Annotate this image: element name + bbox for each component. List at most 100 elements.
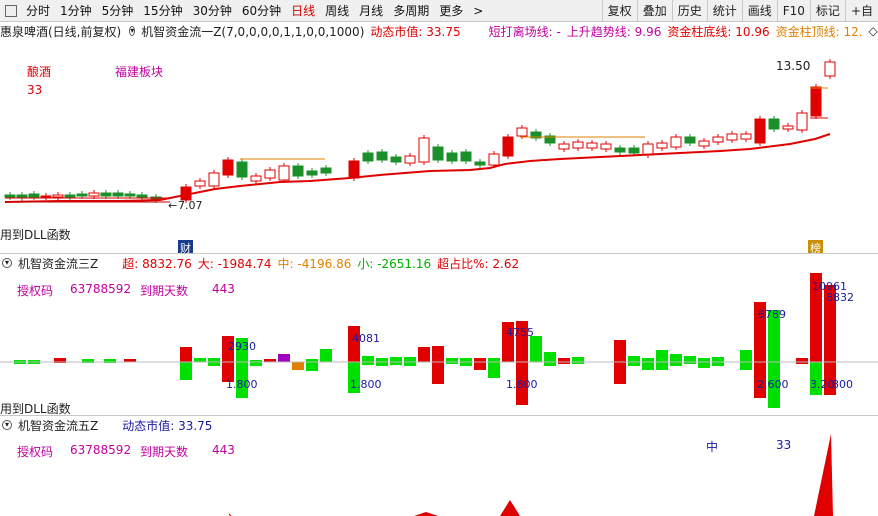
timeframe-tabs: 分时 1分钟 5分钟 15分钟 30分钟 60分钟 日线 周线 月线 多周期 更多 [21, 2, 468, 19]
price-high-label: 13.50 [776, 59, 811, 73]
indicator-settings-icon[interactable]: ▾ [129, 26, 136, 36]
candle-28 [404, 155, 416, 164]
fund-bar-38 [628, 356, 640, 366]
fund-bar-36 [572, 357, 584, 364]
panel2-small: 小: -2651.16 [357, 256, 432, 271]
timeframe-tab-9[interactable]: 多周期 [388, 2, 434, 19]
candle-41 [586, 142, 598, 149]
sector-label-beer: 酿酒 [27, 65, 52, 79]
candle-39 [558, 143, 570, 150]
timeframe-tab-4[interactable]: 30分钟 [188, 2, 237, 19]
candle-4 [52, 194, 64, 198]
candle-27 [390, 156, 402, 163]
candle-19 [264, 169, 276, 179]
panel3-chart [228, 434, 833, 516]
toolbar-button-4[interactable]: 画线 [741, 0, 777, 22]
candle-36 [516, 127, 528, 137]
candle-10 [124, 193, 136, 197]
candle-34 [488, 153, 500, 166]
candle-30 [432, 146, 444, 161]
candle-9 [112, 192, 124, 197]
candle-47 [670, 136, 682, 148]
candle-24 [348, 160, 360, 179]
stock-title: 惠泉啤酒(日线,前复权) [0, 24, 122, 39]
candle-32 [460, 151, 472, 162]
candle-25 [362, 152, 374, 162]
fund-bar-26 [432, 346, 444, 384]
fund-annotation-0: 2930 [228, 340, 256, 353]
close-indicator-icon[interactable]: ◇ [869, 24, 878, 38]
candle-21 [292, 165, 304, 177]
toolbar-button-1[interactable]: 叠加 [636, 0, 672, 22]
fund-bar-23 [390, 357, 402, 365]
timeframe-tab-6[interactable]: 日线 [286, 2, 320, 19]
timeframe-tab-0[interactable]: 分时 [21, 2, 55, 19]
toolbar-button-0[interactable]: 复权 [601, 0, 637, 22]
panel3-spike-3 [814, 434, 833, 516]
candle-26 [376, 151, 388, 161]
panel2-name[interactable]: 机智资金流三Z [18, 255, 98, 272]
fund-bar-40 [656, 350, 668, 370]
candle-11 [136, 194, 148, 198]
fund-bar-39 [642, 358, 654, 370]
toolbar-button-6[interactable]: 标记 [809, 0, 845, 22]
fund-bar-30 [488, 358, 500, 378]
candle-54 [768, 118, 780, 130]
fund-top-line: 资金柱顶线: 12. [775, 24, 863, 39]
more-arrow-icon[interactable]: > [468, 4, 488, 18]
timeframe-tab-1[interactable]: 1分钟 [55, 2, 97, 19]
fund-bar-7 [180, 362, 192, 380]
toolbar-menu-box[interactable] [5, 4, 17, 17]
candle-29 [418, 137, 430, 163]
candle-6 [76, 193, 88, 197]
candle-22 [306, 170, 318, 176]
timeframe-tab-8[interactable]: 月线 [354, 2, 388, 19]
timeframe-tab-7[interactable]: 周线 [320, 2, 354, 19]
fund-bar-21 [362, 356, 374, 365]
panel2-big: 大: -1984.74 [197, 256, 272, 271]
fund-bar-27 [446, 358, 458, 364]
candle-50 [712, 136, 724, 143]
candle-3 [40, 195, 52, 198]
panel3-settings-icon[interactable]: ▾ [2, 420, 12, 430]
toolbar-button-2[interactable]: 历史 [671, 0, 707, 22]
timeframe-tab-3[interactable]: 15分钟 [138, 2, 187, 19]
fund-bar-25 [418, 347, 430, 362]
sector-count: 33 [27, 83, 43, 97]
candle-31 [446, 152, 458, 162]
candle-53 [754, 118, 766, 144]
candle-20 [278, 165, 290, 181]
price-low-label: 7.07 [178, 199, 203, 212]
fund-annotation-7: 2.600 [757, 378, 789, 391]
toolbar-button-7[interactable]: +自 [844, 0, 878, 22]
fund-bar-41 [670, 354, 682, 366]
timeframe-tab-5[interactable]: 60分钟 [237, 2, 286, 19]
candle-45 [642, 143, 654, 156]
timeframe-tab-2[interactable]: 5分钟 [97, 2, 139, 19]
candle-51 [726, 133, 738, 141]
toolbar-buttons: 复权 叠加 历史 统计 画线 F10 标记 +自 [601, 0, 878, 22]
candle-57 [810, 86, 822, 117]
toolbar-button-5[interactable]: F10 [776, 0, 810, 22]
fund-bar-35 [558, 358, 570, 364]
candle-43 [614, 147, 626, 153]
low-arrow-icon: ← [168, 199, 177, 212]
candle-40 [572, 141, 584, 149]
timeframe-tab-10[interactable]: 更多 [434, 2, 468, 19]
candle-8 [100, 192, 112, 197]
short-exit-line: 短打离场线: - [488, 24, 561, 39]
market-cap: 动态市值: 33.75 [370, 24, 461, 39]
indicator-name[interactable]: 机智资金流一Z(7,0,0,0,0,1,1,0,0,1000) [141, 23, 364, 40]
panel2-settings-icon[interactable]: ▾ [2, 258, 12, 268]
fund-bar-8 [194, 358, 206, 362]
toolbar-button-3[interactable]: 统计 [706, 0, 742, 22]
candle-15 [208, 172, 220, 187]
panel3-spike-1 [414, 512, 438, 516]
fund-annotation-5: 1.800 [506, 378, 538, 391]
panel2-ratio: 超占比%: 2.62 [437, 256, 520, 271]
fund-annotation-3: 1.800 [350, 378, 382, 391]
fund-bar-29 [474, 358, 486, 370]
candle-58 [824, 61, 836, 77]
fund-annotation-2: 4081 [352, 332, 380, 345]
candle-35 [502, 136, 514, 157]
